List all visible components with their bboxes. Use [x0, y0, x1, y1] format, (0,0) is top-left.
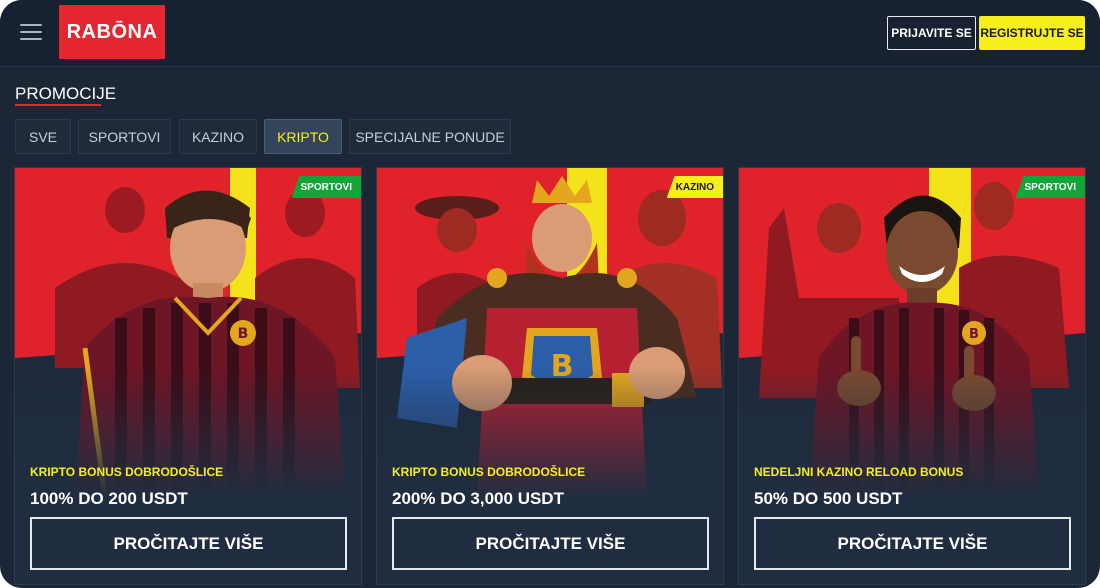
title-underline — [15, 104, 101, 106]
rabona-logo[interactable]: RABŌNA — [59, 5, 165, 59]
tab-sportovi[interactable]: SPORTOVI — [78, 119, 171, 154]
category-badge: KAZINO — [666, 176, 723, 198]
login-button[interactable]: PRIJAVITE SE — [887, 16, 976, 50]
read-more-button[interactable]: PROČITAJTE VIŠE — [392, 517, 709, 570]
register-button[interactable]: REGISTRUJTE SE — [979, 16, 1085, 50]
promo-card-1[interactable]: B SPORTOVI KRIPTO BONUS DOBRODOŠLICE 100… — [14, 167, 362, 585]
tab-specijalne-ponude[interactable]: SPECIJALNE PONUDE — [349, 119, 511, 154]
app-frame: RABŌNA PRIJAVITE SE REGISTRUJTE SE PROMO… — [0, 0, 1100, 588]
svg-text:B: B — [969, 327, 979, 342]
promo-card-3[interactable]: B SPORTOVI NEDELJNI KAZINO RELOAD BONUS … — [738, 167, 1086, 585]
read-more-button[interactable]: PROČITAJTE VIŠE — [30, 517, 347, 570]
promo-title: 100% DO 200 USDT — [30, 489, 188, 508]
tab-kazino[interactable]: KAZINO — [179, 119, 257, 154]
promo-subtitle: KRIPTO BONUS DOBRODOŠLICE — [30, 465, 224, 479]
read-more-button[interactable]: PROČITAJTE VIŠE — [754, 517, 1071, 570]
promo-title: 50% DO 500 USDT — [754, 489, 903, 508]
footballer-player-illustration: B — [15, 168, 361, 498]
smiling-footballer-illustration: B — [739, 168, 1085, 498]
promo-title: 200% DO 3,000 USDT — [392, 489, 564, 508]
promo-card-2[interactable]: B KAZINO KRIPTO BONUS DOBRODOŠLICE 200% … — [376, 167, 724, 585]
tab-kripto[interactable]: KRIPTO — [264, 119, 342, 154]
hamburger-menu-icon[interactable] — [20, 24, 44, 42]
promo-subtitle: NEDELJNI KAZINO RELOAD BONUS — [754, 465, 964, 479]
crypto-king-illustration: B — [377, 168, 723, 498]
page-title: PROMOCIJE — [15, 84, 117, 103]
top-header: RABŌNA PRIJAVITE SE REGISTRUJTE SE — [0, 0, 1100, 67]
category-badge: SPORTOVI — [291, 176, 361, 198]
svg-text:B: B — [238, 326, 249, 342]
promo-subtitle: KRIPTO BONUS DOBRODOŠLICE — [392, 465, 586, 479]
tab-sve[interactable]: SVE — [15, 119, 71, 154]
category-badge: SPORTOVI — [1015, 176, 1085, 198]
